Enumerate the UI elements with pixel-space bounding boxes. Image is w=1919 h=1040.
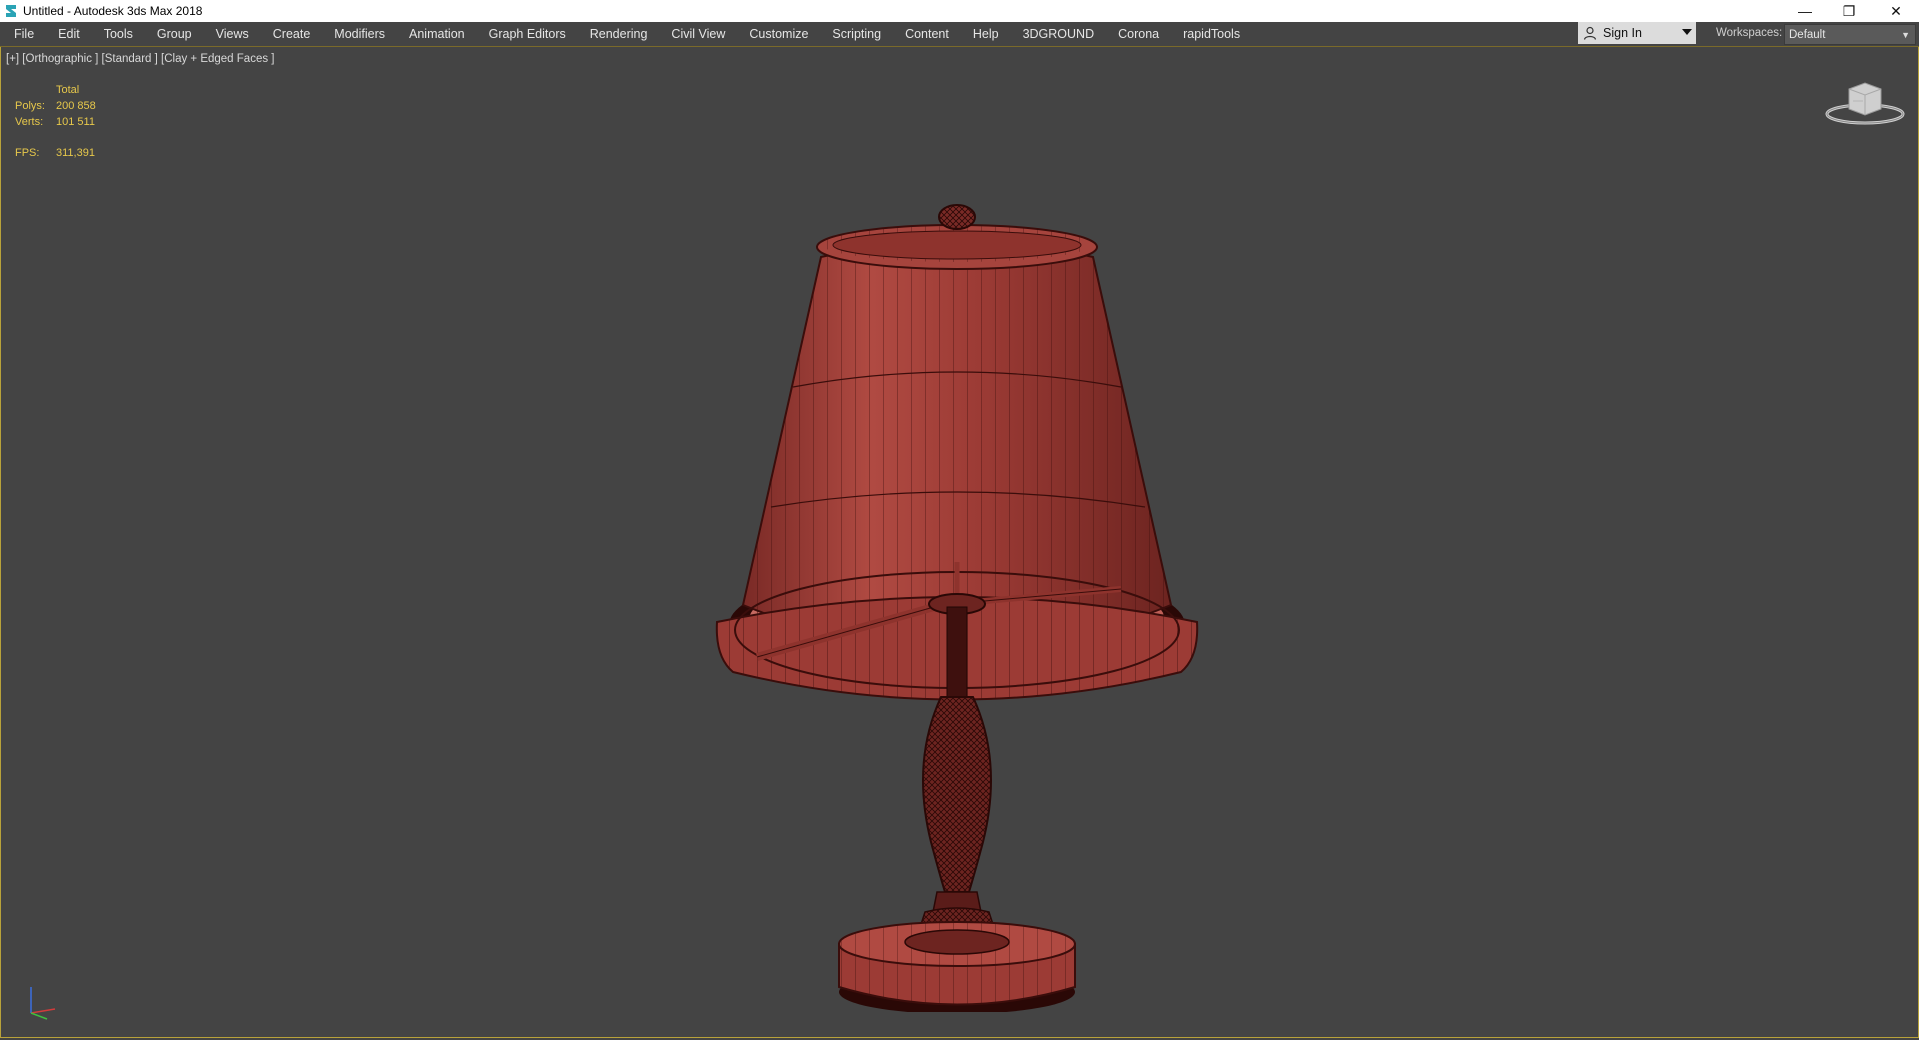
- chevron-down-icon: [1682, 29, 1692, 35]
- 3dsmax-app-icon: [6, 5, 16, 17]
- fps-value: 311,391: [56, 147, 95, 159]
- close-button[interactable]: ✕: [1873, 0, 1919, 22]
- menu-item-animation[interactable]: Animation: [397, 22, 477, 46]
- workspaces-select[interactable]: Default ▼: [1784, 24, 1916, 45]
- menu-item-modifiers[interactable]: Modifiers: [322, 22, 397, 46]
- stats-header: Total: [56, 84, 80, 96]
- menu-item-edit[interactable]: Edit: [46, 22, 92, 46]
- menu-list: File Edit Tools Group Views Create Modifiers An…: [0, 22, 1252, 46]
- perspective-viewport[interactable]: [+] [Orthographic ] [Standard ] [Clay + …: [0, 47, 1919, 1038]
- workspaces-value: Default: [1789, 28, 1826, 41]
- menu-item-file[interactable]: File: [0, 22, 46, 46]
- title-bar: Untitled - Autodesk 3ds Max 2018 — ❐ ✕: [0, 0, 1919, 22]
- menu-item-3dground[interactable]: 3DGROUND: [1011, 22, 1107, 46]
- fps-label: FPS:: [15, 147, 40, 159]
- sign-in-label: Sign In: [1603, 26, 1642, 40]
- workspaces-label: Workspaces:: [1716, 27, 1783, 39]
- menu-item-civil-view[interactable]: Civil View: [659, 22, 737, 46]
- menu-item-rapidtools[interactable]: rapidTools: [1171, 22, 1252, 46]
- viewcube-icon[interactable]: [1823, 79, 1907, 129]
- restore-button[interactable]: ❐: [1826, 0, 1872, 22]
- menu-item-graph-editors[interactable]: Graph Editors: [477, 22, 578, 46]
- chevron-down-icon: ▼: [1901, 30, 1910, 40]
- menu-item-views[interactable]: Views: [204, 22, 261, 46]
- polys-label: Polys:: [15, 100, 45, 112]
- minimize-button[interactable]: —: [1782, 0, 1828, 22]
- menu-item-create[interactable]: Create: [261, 22, 323, 46]
- menu-item-content[interactable]: Content: [893, 22, 961, 46]
- menu-item-help[interactable]: Help: [961, 22, 1011, 46]
- viewport-label-menu[interactable]: [+] [Orthographic ] [Standard ] [Clay + …: [6, 53, 274, 65]
- menu-item-group[interactable]: Group: [145, 22, 204, 46]
- window-title: Untitled - Autodesk 3ds Max 2018: [23, 4, 203, 18]
- menu-item-tools[interactable]: Tools: [92, 22, 145, 46]
- axis-tripod-icon: [30, 987, 56, 1020]
- user-icon: [1583, 26, 1597, 40]
- verts-label: Verts:: [15, 116, 44, 128]
- verts-value: 101 511: [56, 116, 95, 128]
- menu-item-corona[interactable]: Corona: [1106, 22, 1171, 46]
- menu-item-rendering[interactable]: Rendering: [578, 22, 660, 46]
- lamp-model[interactable]: [701, 152, 1221, 1012]
- polys-value: 200 858: [56, 100, 96, 112]
- menu-item-scripting[interactable]: Scripting: [820, 22, 893, 46]
- sign-in-dropdown[interactable]: Sign In: [1578, 22, 1696, 44]
- menu-item-customize[interactable]: Customize: [737, 22, 820, 46]
